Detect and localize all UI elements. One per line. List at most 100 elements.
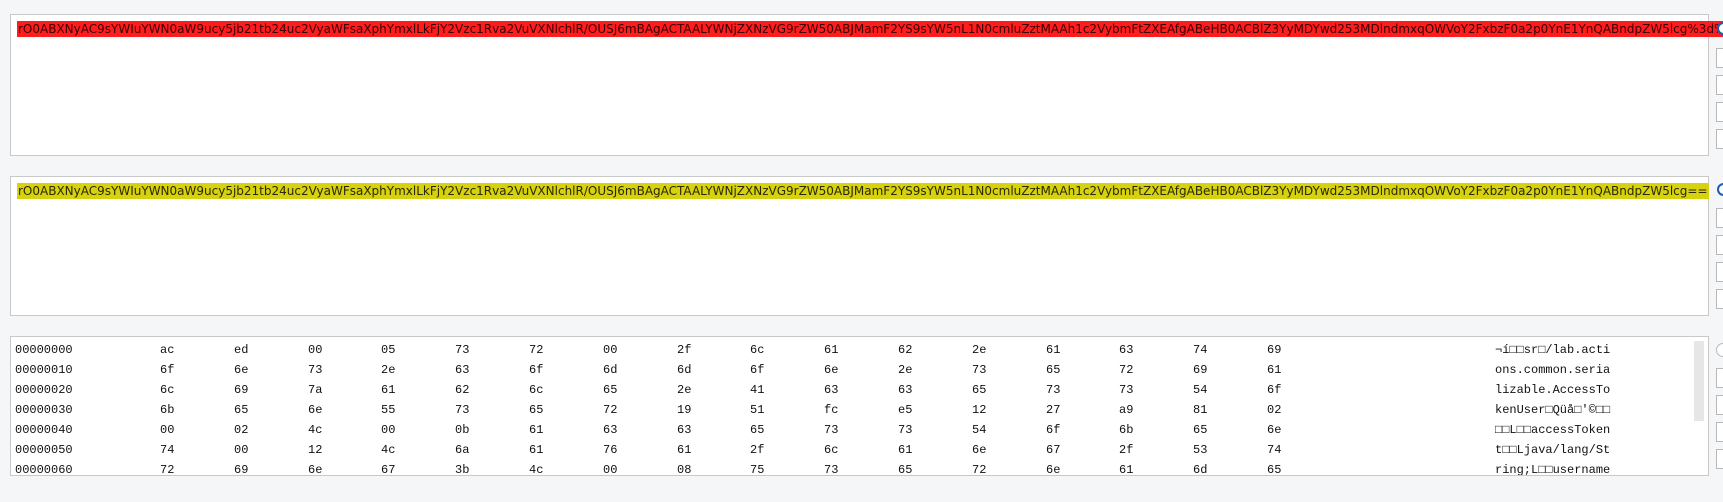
hex-byte[interactable]: 73 [824, 420, 838, 440]
hex-byte[interactable]: 61 [529, 440, 543, 460]
hex-byte[interactable]: 65 [1193, 420, 1207, 440]
hex-byte[interactable]: 02 [234, 420, 248, 440]
hex-byte[interactable]: 41 [750, 380, 764, 400]
hex-byte[interactable]: 65 [898, 460, 912, 475]
hex-byte[interactable]: 19 [677, 400, 691, 420]
hex-byte[interactable]: 2f [750, 440, 764, 460]
hex-byte[interactable]: 6e [972, 440, 986, 460]
url-encoded-panel[interactable]: rO0ABXNyAC9sYWIuYWN0aW9ucy5jb21tb24uc2Vy… [10, 14, 1723, 156]
hex-byte[interactable]: 73 [455, 340, 469, 360]
hex-byte[interactable]: 6f [160, 360, 174, 380]
hex-byte[interactable]: 74 [160, 440, 174, 460]
hex-byte[interactable]: 74 [1193, 340, 1207, 360]
hex-byte[interactable]: 67 [381, 460, 395, 475]
hex-byte[interactable]: 6d [1193, 460, 1207, 475]
hex-byte[interactable]: ac [160, 340, 174, 360]
base64-decoded-panel[interactable]: rO0ABXNyAC9sYWIuYWN0aW9ucy5jb21tb24uc2Vy… [10, 176, 1709, 316]
side-control[interactable] [1716, 368, 1723, 388]
hex-byte[interactable]: 73 [1119, 380, 1133, 400]
base64-decoded-text[interactable]: rO0ABXNyAC9sYWIuYWN0aW9ucy5jb21tb24uc2Vy… [17, 183, 1709, 199]
hex-byte[interactable]: 6c [750, 340, 764, 360]
radio-button[interactable] [1716, 343, 1723, 357]
hex-byte[interactable]: 53 [1193, 440, 1207, 460]
hex-byte[interactable]: 61 [1267, 360, 1281, 380]
hex-byte[interactable]: ed [234, 340, 248, 360]
hex-byte[interactable]: 2e [972, 340, 986, 360]
hex-byte[interactable]: 6f [750, 360, 764, 380]
hex-byte[interactable]: 63 [603, 420, 617, 440]
hex-byte[interactable]: 73 [972, 360, 986, 380]
hex-byte[interactable]: 2f [677, 340, 691, 360]
hex-byte[interactable]: 72 [529, 340, 543, 360]
hex-byte[interactable]: 73 [824, 460, 838, 475]
hex-byte[interactable]: 2e [677, 380, 691, 400]
hex-byte[interactable]: 08 [677, 460, 691, 475]
side-control[interactable] [1716, 48, 1723, 68]
hex-byte[interactable]: 3b [455, 460, 469, 475]
hex-byte[interactable]: 00 [603, 340, 617, 360]
hex-byte[interactable]: 51 [750, 400, 764, 420]
hex-byte[interactable]: 6b [1119, 420, 1133, 440]
hex-byte[interactable]: 00 [381, 420, 395, 440]
hex-byte[interactable]: 63 [455, 360, 469, 380]
hex-byte[interactable]: fc [824, 400, 838, 420]
hex-byte[interactable]: 0b [455, 420, 469, 440]
hex-byte[interactable]: 65 [750, 420, 764, 440]
hex-scrollbar[interactable] [1694, 341, 1704, 421]
side-control[interactable] [1716, 102, 1723, 122]
hex-byte[interactable]: 72 [1119, 360, 1133, 380]
hex-byte[interactable]: 6c [160, 380, 174, 400]
hex-byte[interactable]: 69 [234, 460, 248, 475]
url-encoded-text[interactable]: rO0ABXNyAC9sYWIuYWN0aW9ucy5jb21tb24uc2Vy… [17, 21, 1723, 37]
hex-byte[interactable]: 73 [308, 360, 322, 380]
side-control[interactable] [1716, 208, 1723, 228]
hex-byte[interactable]: 6b [160, 400, 174, 420]
hex-byte[interactable]: 4c [529, 460, 543, 475]
hex-byte[interactable]: e5 [898, 400, 912, 420]
side-control[interactable] [1716, 395, 1723, 415]
hex-byte[interactable]: 2e [898, 360, 912, 380]
hex-byte[interactable]: 72 [972, 460, 986, 475]
hex-byte[interactable]: 6e [824, 360, 838, 380]
hex-byte[interactable]: a9 [1119, 400, 1133, 420]
hex-byte[interactable]: 61 [677, 440, 691, 460]
hex-byte[interactable]: 65 [603, 380, 617, 400]
hex-byte[interactable]: 6f [529, 360, 543, 380]
hex-byte[interactable]: 65 [972, 380, 986, 400]
hex-byte[interactable]: 63 [1119, 340, 1133, 360]
hex-byte[interactable]: 65 [1046, 360, 1060, 380]
hex-byte[interactable]: 75 [750, 460, 764, 475]
hex-viewer-panel[interactable]: 00000000 ac ed 00 05 73 72 00 2f 6c 61 62 2e 61 63 74 69… [10, 336, 1709, 476]
hex-byte[interactable]: 6e [308, 460, 322, 475]
radio-button[interactable] [1717, 22, 1723, 35]
hex-byte[interactable]: 65 [1267, 460, 1281, 475]
side-control[interactable] [1716, 289, 1723, 309]
hex-byte[interactable]: 6a [455, 440, 469, 460]
side-control[interactable] [1716, 235, 1723, 255]
hex-byte[interactable]: 69 [234, 380, 248, 400]
hex-byte[interactable]: 63 [824, 380, 838, 400]
hex-byte[interactable]: 65 [529, 400, 543, 420]
hex-byte[interactable]: 00 [234, 440, 248, 460]
hex-byte[interactable]: 61 [529, 420, 543, 440]
hex-byte[interactable]: 72 [160, 460, 174, 475]
hex-byte[interactable]: 73 [455, 400, 469, 420]
side-control[interactable] [1716, 129, 1723, 149]
hex-byte[interactable]: 00 [308, 340, 322, 360]
hex-byte[interactable]: 6c [529, 380, 543, 400]
hex-byte[interactable]: 12 [308, 440, 322, 460]
hex-byte[interactable]: 69 [1193, 360, 1207, 380]
hex-byte[interactable]: 6e [1267, 420, 1281, 440]
hex-byte[interactable]: 6e [308, 400, 322, 420]
hex-byte[interactable]: 61 [1046, 340, 1060, 360]
hex-byte[interactable]: 4c [308, 420, 322, 440]
hex-byte[interactable]: 6f [1267, 380, 1281, 400]
hex-byte[interactable]: 61 [898, 440, 912, 460]
hex-byte[interactable]: 74 [1267, 440, 1281, 460]
hex-byte[interactable]: 2f [1119, 440, 1133, 460]
side-control[interactable] [1716, 449, 1723, 469]
hex-byte[interactable]: 02 [1267, 400, 1281, 420]
hex-byte[interactable]: 69 [1267, 340, 1281, 360]
hex-byte[interactable]: 6c [824, 440, 838, 460]
hex-byte[interactable]: 81 [1193, 400, 1207, 420]
